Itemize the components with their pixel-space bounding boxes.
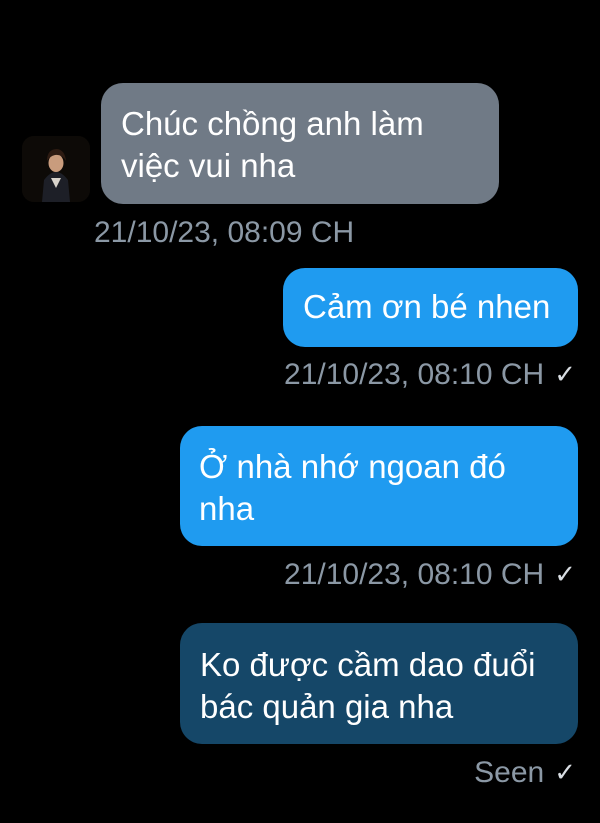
message-text-line: Ko được cầm dao đuổi	[200, 646, 536, 683]
message-text-line: Cảm ơn bé nhen	[303, 288, 551, 325]
check-icon: ✓	[554, 559, 576, 589]
message-meta: 21/10/23, 08:10 CH ✓	[284, 557, 576, 593]
message-text-line: bác quản gia nha	[200, 688, 454, 725]
message-text-line: nha	[199, 490, 255, 527]
message-bubble-outgoing[interactable]: Ở nhà nhớ ngoan đó nha	[180, 426, 578, 546]
seen-status: Seen	[474, 756, 545, 789]
message-timestamp: 21/10/23, 08:09 CH	[94, 216, 355, 249]
message-bubble-outgoing[interactable]: Cảm ơn bé nhen	[283, 268, 578, 347]
avatar[interactable]	[22, 136, 90, 202]
message-meta: 21/10/23, 08:10 CH ✓	[284, 357, 576, 393]
person-avatar-icon	[22, 136, 90, 202]
message-bubble-outgoing[interactable]: Ko được cầm dao đuổi bác quản gia nha	[180, 623, 578, 744]
message-text-line: Chúc chồng anh làm	[121, 105, 424, 142]
check-icon: ✓	[554, 757, 576, 787]
message-text-line: Ở nhà nhớ ngoan đó	[199, 448, 506, 485]
message-meta: Seen ✓	[474, 755, 576, 791]
message-timestamp: 21/10/23, 08:10 CH	[284, 358, 545, 391]
message-timestamp: 21/10/23, 08:10 CH	[284, 558, 545, 591]
message-text-line: việc vui nha	[121, 147, 296, 184]
conversation-view: Chúc chồng anh làm việc vui nha 21/10/23…	[0, 0, 600, 823]
message-bubble-incoming[interactable]: Chúc chồng anh làm việc vui nha	[101, 83, 499, 204]
check-icon: ✓	[554, 359, 576, 389]
